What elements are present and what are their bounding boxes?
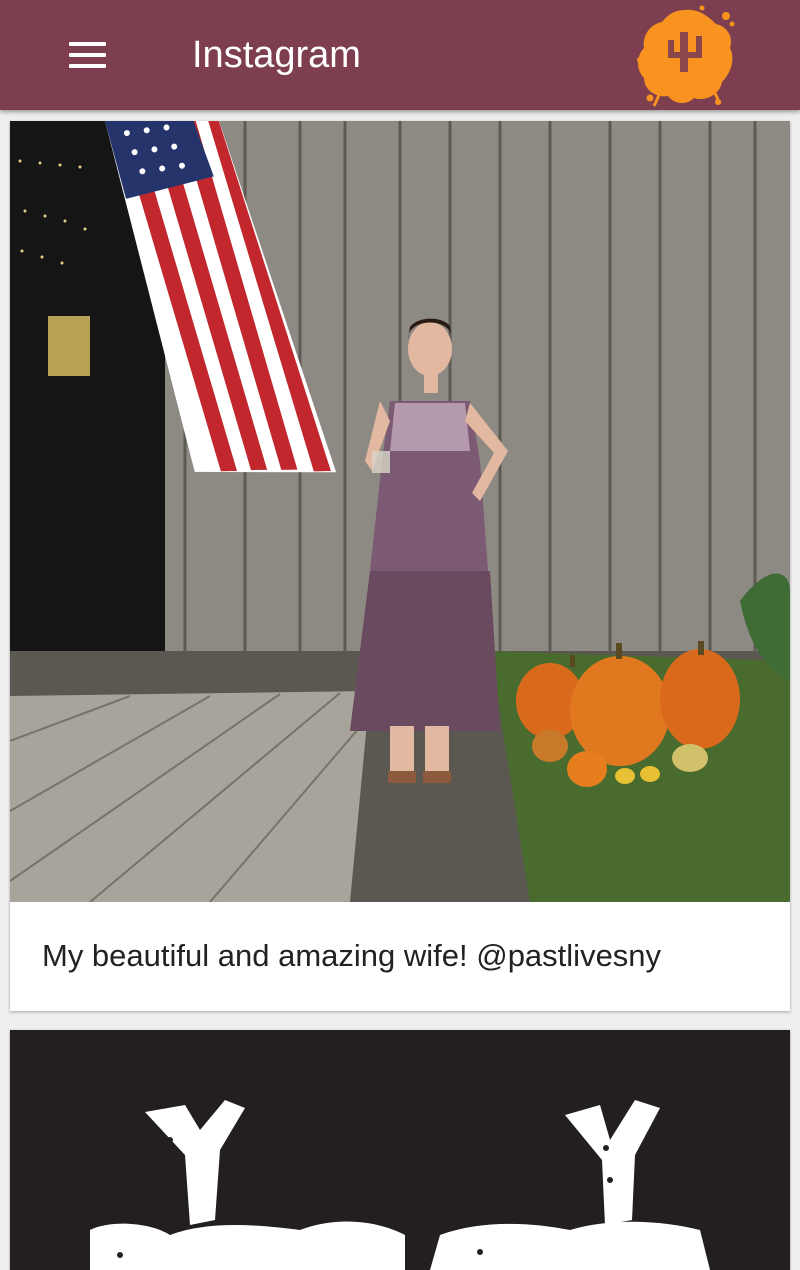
photo-black-white-artwork[interactable] — [10, 1030, 790, 1270]
photo-woman-barn-flag-pumpkins[interactable] — [10, 121, 790, 902]
post-card[interactable] — [10, 1030, 790, 1270]
app-title: Instagram — [192, 34, 361, 76]
cactus-splash-logo-icon[interactable] — [630, 2, 738, 108]
hamburger-menu-icon — [68, 42, 106, 46]
post-card[interactable]: My beautiful and amazing wife! @pastlive… — [10, 121, 790, 1011]
menu-button[interactable] — [56, 30, 118, 80]
app-bar: Instagram — [0, 0, 800, 110]
post-caption: My beautiful and amazing wife! @pastlive… — [42, 938, 662, 973]
